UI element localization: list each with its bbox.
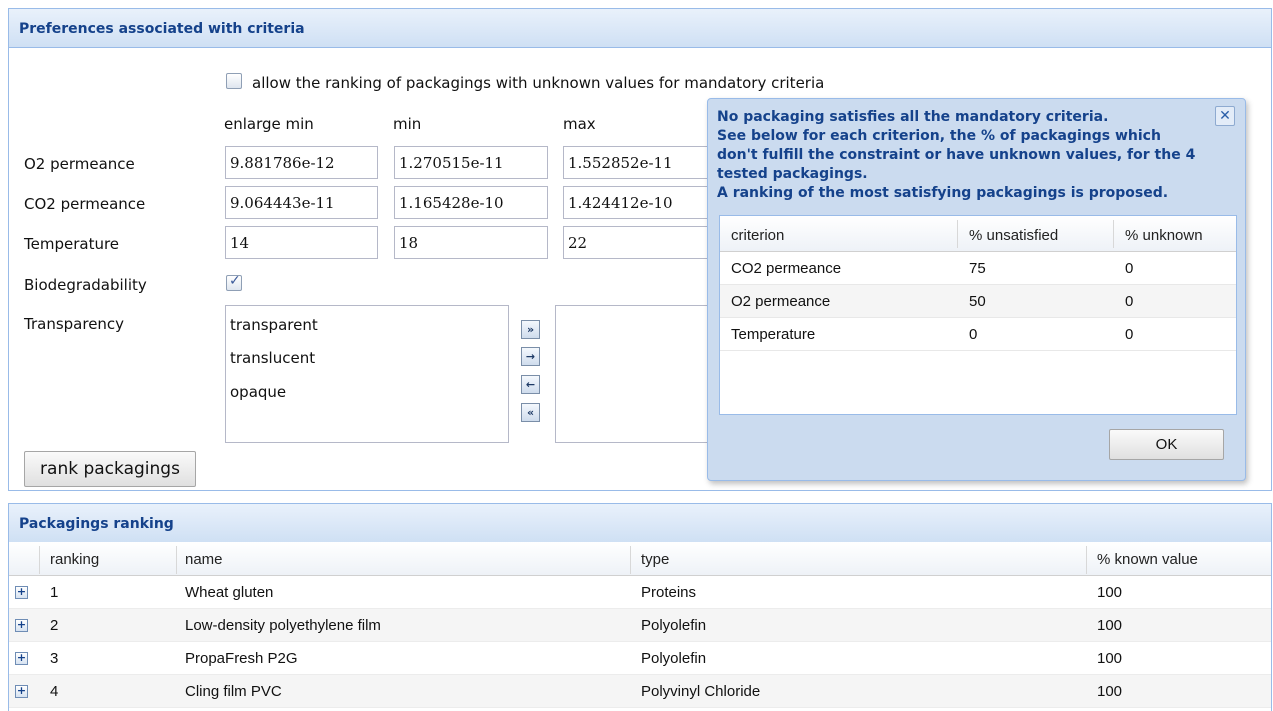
- table-row[interactable]: O2 permeance 50 0: [720, 285, 1236, 318]
- expand-icon[interactable]: +: [15, 619, 28, 632]
- ranking-grid-header: ranking name type % known value: [9, 542, 1271, 576]
- preferences-panel-header: Preferences associated with criteria: [8, 8, 1272, 48]
- column-divider: [176, 546, 177, 574]
- cell-ranking: 4: [50, 683, 59, 700]
- cell-name: Low-density polyethylene film: [185, 617, 381, 634]
- co2-max-field[interactable]: 1.424412e-10: [563, 186, 709, 219]
- unsatisfied-criteria-dialog: No packaging satisfies all the mandatory…: [707, 98, 1246, 481]
- preferences-panel-title: Preferences associated with criteria: [19, 21, 305, 37]
- ok-button[interactable]: OK: [1109, 429, 1224, 460]
- expand-icon[interactable]: +: [15, 652, 28, 665]
- cell-unknown: 0: [1125, 326, 1134, 343]
- remove-all-icon[interactable]: «: [521, 403, 540, 422]
- cell-type: Proteins: [641, 584, 697, 601]
- table-row[interactable]: + 3 PropaFresh P2G Polyolefin 100: [9, 642, 1271, 675]
- table-row[interactable]: + 1 Wheat gluten Proteins 100: [9, 576, 1271, 609]
- column-header-known-value[interactable]: % known value: [1097, 551, 1198, 568]
- checkmark-icon: ✓: [229, 273, 241, 289]
- rank-packagings-button[interactable]: rank packagings: [24, 451, 196, 487]
- co2-enlarge-min-field[interactable]: 9.064443e-11: [225, 186, 378, 219]
- criterion-label-o2: O2 permeance: [24, 155, 135, 173]
- list-item[interactable]: translucent: [230, 349, 315, 367]
- cell-unknown: 0: [1125, 260, 1134, 277]
- allow-unknown-label: allow the ranking of packagings with unk…: [252, 74, 825, 92]
- cell-unsatisfied: 75: [969, 260, 986, 277]
- table-row[interactable]: CO2 permeance 75 0: [720, 252, 1236, 285]
- cell-ranking: 1: [50, 584, 59, 601]
- cell-criterion: Temperature: [731, 326, 816, 343]
- column-divider: [957, 220, 958, 248]
- criteria-stats-grid: criterion % unsatisfied % unknown CO2 pe…: [719, 215, 1237, 415]
- cell-known-value: 100: [1097, 584, 1123, 601]
- transparency-available-list[interactable]: transparent translucent opaque: [225, 305, 509, 443]
- cell-known-value: 100: [1097, 683, 1123, 700]
- dialog-message-line: don't fulfill the constraint or have unk…: [717, 147, 1196, 163]
- cell-unknown: 0: [1125, 293, 1134, 310]
- cell-type: Polyolefin: [641, 617, 707, 634]
- column-header-enlarge-min: enlarge min: [224, 115, 314, 133]
- cell-name: Wheat gluten: [185, 584, 274, 601]
- ranking-panel-title: Packagings ranking: [19, 516, 174, 532]
- temperature-enlarge-min-field[interactable]: 14: [225, 226, 378, 259]
- cell-type: Polyolefin: [641, 650, 707, 667]
- cell-name: PropaFresh P2G: [185, 650, 298, 667]
- column-header-ranking[interactable]: ranking: [50, 551, 99, 568]
- dialog-message-line: A ranking of the most satisfying packagi…: [717, 185, 1169, 201]
- dialog-message-line: No packaging satisfies all the mandatory…: [717, 109, 1109, 125]
- add-all-icon[interactable]: »: [521, 320, 540, 339]
- column-divider: [630, 546, 631, 574]
- cell-ranking: 2: [50, 617, 59, 634]
- close-icon[interactable]: ✕: [1215, 106, 1235, 126]
- column-header-name[interactable]: name: [185, 551, 223, 568]
- column-divider: [39, 546, 40, 574]
- column-header-unknown[interactable]: % unknown: [1125, 227, 1203, 244]
- criterion-label-co2: CO2 permeance: [24, 195, 146, 213]
- temperature-min-field[interactable]: 18: [394, 226, 548, 259]
- expand-icon[interactable]: +: [15, 685, 28, 698]
- cell-type: Polyvinyl Chloride: [641, 683, 761, 700]
- table-row[interactable]: Temperature 0 0: [720, 318, 1236, 351]
- cell-name: Cling film PVC: [185, 683, 282, 700]
- allow-unknown-checkbox[interactable]: [226, 73, 242, 89]
- column-divider: [1086, 546, 1087, 574]
- cell-unsatisfied: 50: [969, 293, 986, 310]
- o2-min-field[interactable]: 1.270515e-11: [394, 146, 548, 179]
- cell-known-value: 100: [1097, 650, 1123, 667]
- expand-icon[interactable]: +: [15, 586, 28, 599]
- cell-ranking: 3: [50, 650, 59, 667]
- dialog-message-line: tested packagings.: [717, 166, 868, 182]
- column-header-type[interactable]: type: [641, 551, 669, 568]
- list-item[interactable]: opaque: [230, 383, 286, 401]
- list-item[interactable]: transparent: [230, 316, 318, 334]
- column-header-unsatisfied[interactable]: % unsatisfied: [969, 227, 1058, 244]
- remove-icon[interactable]: ←: [521, 375, 540, 394]
- biodegradability-label: Biodegradability: [24, 276, 147, 294]
- biodegradability-checkbox[interactable]: ✓: [226, 273, 242, 291]
- co2-min-field[interactable]: 1.165428e-10: [394, 186, 548, 219]
- cell-unsatisfied: 0: [969, 326, 978, 343]
- column-header-max: max: [563, 115, 596, 133]
- ranking-panel-header: Packagings ranking: [8, 503, 1272, 543]
- table-row[interactable]: + 2 Low-density polyethylene film Polyol…: [9, 609, 1271, 642]
- add-icon[interactable]: →: [521, 347, 540, 366]
- criterion-label-temperature: Temperature: [24, 235, 120, 253]
- transparency-label: Transparency: [24, 315, 125, 333]
- column-header-criterion[interactable]: criterion: [731, 227, 784, 244]
- column-header-min: min: [393, 115, 422, 133]
- column-divider: [1113, 220, 1114, 248]
- dialog-message-line: See below for each criterion, the % of p…: [717, 128, 1161, 144]
- cell-criterion: O2 permeance: [731, 293, 831, 310]
- cell-criterion: CO2 permeance: [731, 260, 842, 277]
- table-row[interactable]: + 4 Cling film PVC Polyvinyl Chloride 10…: [9, 675, 1271, 708]
- transparency-selected-list[interactable]: [555, 305, 711, 443]
- cell-known-value: 100: [1097, 617, 1123, 634]
- o2-max-field[interactable]: 1.552852e-11: [563, 146, 709, 179]
- grid-header: criterion % unsatisfied % unknown: [720, 216, 1236, 252]
- o2-enlarge-min-field[interactable]: 9.881786e-12: [225, 146, 378, 179]
- temperature-max-field[interactable]: 22: [563, 226, 709, 259]
